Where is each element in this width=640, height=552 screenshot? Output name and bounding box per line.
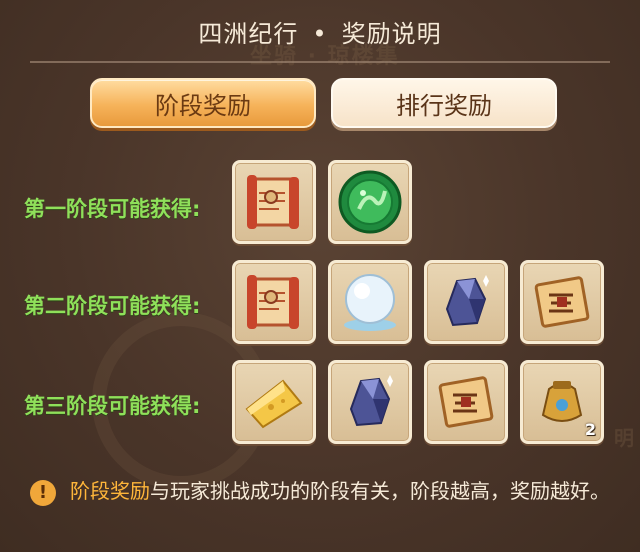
reward-slot[interactable] — [232, 360, 316, 444]
stage-3-label: 第三阶段可能获得: — [24, 394, 201, 418]
scroll-icon — [247, 175, 299, 229]
title-left: 四洲纪行 — [198, 20, 299, 48]
reward-slot[interactable] — [424, 360, 508, 444]
map-scroll-icon — [534, 276, 590, 328]
reward-slot[interactable] — [232, 160, 316, 244]
stage-2-label: 第二阶段可能获得: — [24, 294, 201, 318]
note-highlight: 阶段奖励 — [70, 479, 150, 503]
background-ghost-glyph: 明 — [614, 426, 634, 450]
jade-medallion-icon — [338, 170, 402, 234]
exclamation-icon: ! — [30, 480, 56, 506]
reward-slot[interactable] — [328, 160, 412, 244]
title-separator: • — [312, 20, 328, 48]
reward-slot[interactable] — [424, 260, 508, 344]
title-divider — [30, 61, 610, 63]
title-right: 奖励说明 — [341, 20, 442, 48]
pearl-orb-icon — [344, 274, 396, 331]
stage-1-label: 第一阶段可能获得: — [24, 197, 201, 221]
map-scroll-icon — [438, 376, 494, 428]
crystal-ore-icon — [445, 275, 489, 327]
reward-slot[interactable] — [520, 260, 604, 344]
reward-slot[interactable] — [328, 360, 412, 444]
item-count: 2 — [584, 420, 596, 439]
tab-ranking-rewards[interactable]: 排行奖励 — [331, 78, 557, 128]
page-title: 四洲纪行 • 奖励说明 — [0, 14, 640, 49]
note-text: 阶段奖励与玩家挑战成功的阶段有关，阶段越高，奖励越好。 — [70, 476, 610, 506]
scroll-icon — [247, 275, 299, 329]
note-body: 与玩家挑战成功的阶段有关，阶段越高，奖励越好。 — [150, 479, 610, 503]
reward-slot[interactable] — [328, 260, 412, 344]
reward-slot[interactable]: 2 — [520, 360, 604, 444]
crystal-ore-icon — [349, 375, 393, 427]
reward-slot[interactable] — [232, 260, 316, 344]
gold-ingot-icon — [245, 379, 303, 429]
tab-stage-rewards[interactable]: 阶段奖励 — [90, 78, 316, 128]
